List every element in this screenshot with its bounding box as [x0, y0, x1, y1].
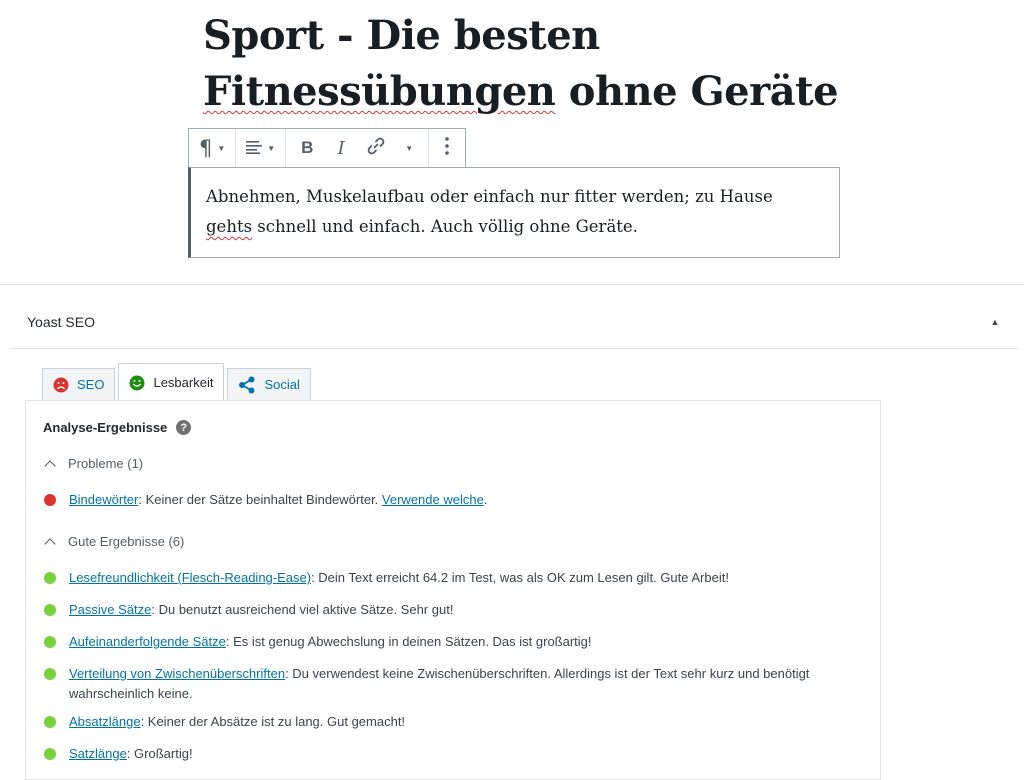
link-button[interactable] [358, 129, 394, 167]
align-button[interactable]: ▼ [240, 129, 281, 167]
yoast-tabs: SEO Lesbarkeit Social [42, 362, 314, 401]
result-text: : Du benutzt ausreichend viel aktive Sät… [151, 602, 454, 617]
result-item: Passive Sätze: Du benutzt ausreichend vi… [43, 600, 823, 620]
result-item: Satzlänge: Großartig! [43, 744, 823, 764]
options-group [429, 129, 465, 167]
paragraph-text: Abnehmen, Muskelaufbau oder einfach nur … [206, 187, 773, 206]
green-bullet-icon [44, 668, 56, 680]
result-item: Absatzlänge: Keiner der Absätze ist zu l… [43, 712, 823, 732]
paragraph-block[interactable]: Abnehmen, Muskelaufbau oder einfach nur … [188, 167, 840, 258]
green-bullet-icon [44, 572, 56, 584]
chevron-up-icon [44, 537, 56, 550]
red-bullet-icon [44, 494, 56, 506]
result-text: : Keiner der Absätze ist zu lang. Gut ge… [140, 714, 406, 729]
result-text: : Dein Text erreicht 64.2 im Test, was a… [311, 570, 729, 585]
result-link-secondary[interactable]: Verwende welche [382, 492, 484, 507]
post-title-line1: Sport - Die besten [203, 12, 600, 59]
caret-up-icon: ▲ [990, 317, 1000, 327]
tab-social[interactable]: Social [227, 368, 311, 400]
caret-down-icon: ▼ [217, 143, 226, 153]
block-type-group: ¶ ▼ [189, 129, 237, 167]
share-icon [238, 376, 256, 394]
change-block-type-button[interactable]: ¶ ▼ [193, 129, 231, 167]
pilcrow-icon: ¶ [199, 136, 213, 160]
tab-label: SEO [77, 377, 105, 392]
result-text-end: . [483, 492, 488, 507]
post-title-line2: ohne Geräte [555, 68, 839, 115]
collapse-panel-button[interactable]: ▲ [988, 315, 1002, 329]
yoast-panel-title: Yoast SEO [27, 314, 95, 330]
alignment-group: ▼ [236, 129, 287, 167]
more-vertical-icon [445, 136, 450, 160]
divider [0, 284, 1024, 285]
result-item: Verteilung von Zwischenüberschriften: Du… [43, 664, 823, 704]
italic-button[interactable]: I [324, 129, 358, 167]
result-text: : Großartig! [126, 746, 193, 761]
problems-heading: Probleme (1) [68, 456, 144, 471]
good-results-toggle[interactable]: Gute Ergebnisse (6) [43, 534, 185, 550]
paragraph-text-rest: schnell und einfach. Auch völlig ohne Ge… [252, 217, 638, 236]
result-link[interactable]: Passive Sätze [69, 602, 151, 617]
green-bullet-icon [44, 604, 56, 616]
analysis-title-text: Analyse-Ergebnisse [43, 420, 168, 435]
tab-label: Social [264, 377, 300, 392]
misspelled-word: Fitnessübungen [203, 68, 556, 115]
caret-down-icon: ▼ [405, 143, 414, 153]
help-icon[interactable]: ? [176, 420, 192, 435]
result-link[interactable]: Satzlänge [69, 746, 127, 761]
bold-icon: B [301, 138, 314, 157]
result-link[interactable]: Verteilung von Zwischenüberschriften [69, 666, 285, 681]
link-icon [366, 136, 386, 161]
good-results-heading: Gute Ergebnisse (6) [68, 534, 185, 549]
tab-seo[interactable]: SEO [42, 368, 116, 400]
green-bullet-icon [44, 636, 56, 648]
more-options-button[interactable] [433, 129, 461, 167]
green-bullet-icon [44, 748, 56, 760]
smile-face-icon [129, 375, 145, 391]
align-left-icon [246, 138, 263, 159]
tab-readability[interactable]: Lesbarkeit [118, 363, 225, 401]
result-link[interactable]: Lesefreundlichkeit (Flesch-Reading-Ease) [69, 570, 311, 585]
yoast-panel-header[interactable]: Yoast SEO ▲ [10, 297, 1018, 349]
result-link[interactable]: Aufeinanderfolgende Sätze [69, 634, 226, 649]
sad-face-icon [53, 377, 69, 393]
green-bullet-icon [44, 716, 56, 728]
result-text: : Es ist genug Abwechslung in deinen Sät… [225, 634, 592, 649]
result-link[interactable]: Bindewörter [69, 492, 138, 507]
chevron-up-icon [44, 459, 56, 472]
bold-button[interactable]: B [290, 129, 324, 167]
block-toolbar: ¶ ▼ ▼ B I ▼ [188, 128, 467, 168]
more-formatting-button[interactable]: ▼ [394, 129, 424, 167]
post-title[interactable]: Sport - Die besten Fitnessübungen ohne G… [203, 8, 843, 120]
italic-icon: I [337, 137, 345, 159]
result-item: Aufeinanderfolgende Sätze: Es ist genug … [43, 632, 823, 652]
result-item: Bindewörter: Keiner der Sätze beinhaltet… [43, 490, 823, 510]
problems-toggle[interactable]: Probleme (1) [43, 456, 144, 472]
result-item: Lesefreundlichkeit (Flesch-Reading-Ease)… [43, 568, 823, 588]
misspelled-word: gehts [206, 217, 253, 236]
analysis-title: Analyse-Ergebnisse ? [43, 420, 192, 435]
analysis-results-box: Analyse-Ergebnisse ? Probleme (1) Bindew… [25, 400, 881, 780]
tab-label: Lesbarkeit [153, 375, 214, 390]
caret-down-icon: ▼ [267, 143, 276, 153]
formatting-group: B I ▼ [286, 129, 430, 167]
result-text: : Keiner der Sätze beinhaltet Bindewörte… [138, 492, 382, 507]
result-link[interactable]: Absatzlänge [69, 714, 141, 729]
